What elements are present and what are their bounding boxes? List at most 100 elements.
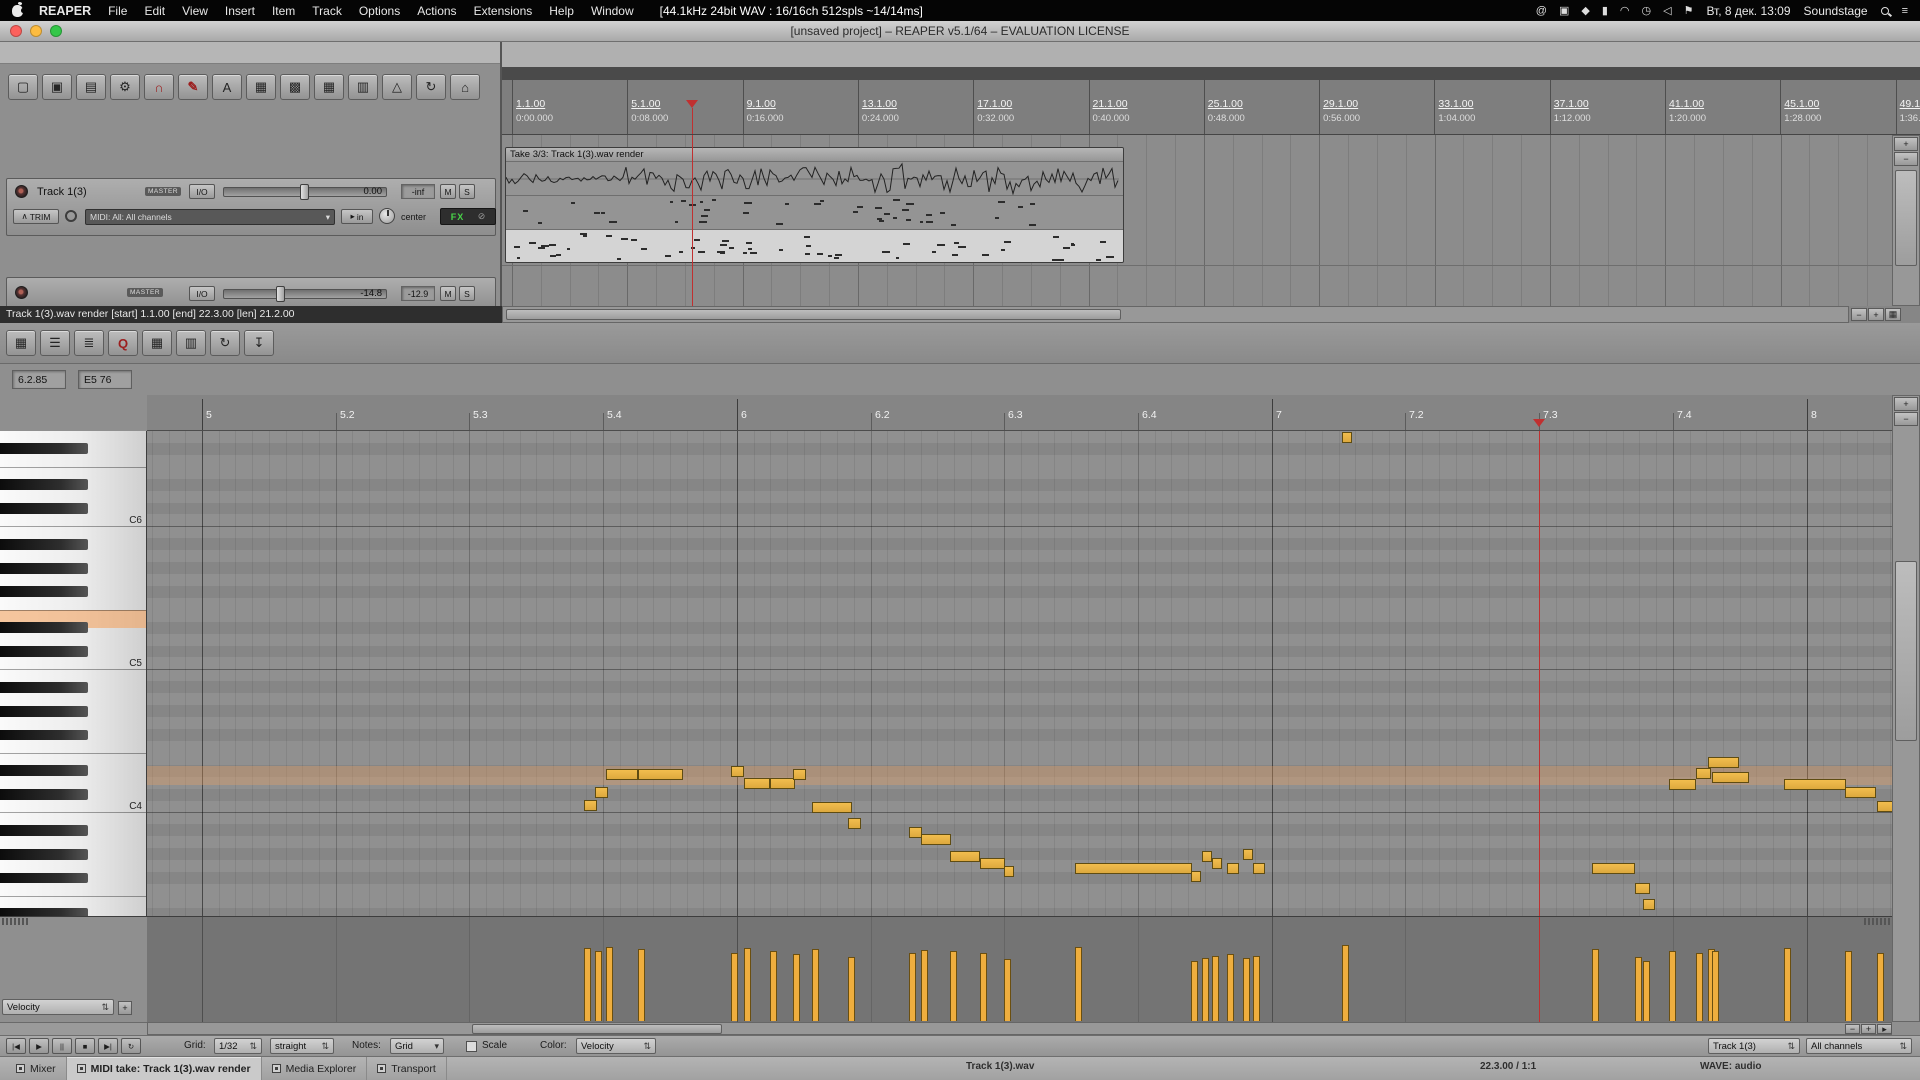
midi-note[interactable] bbox=[1712, 772, 1749, 783]
black-key[interactable] bbox=[0, 443, 88, 454]
menu-item-options[interactable]: Options bbox=[359, 4, 400, 18]
velocity-bar[interactable] bbox=[1592, 949, 1599, 1021]
arrange-h-scrollbar[interactable] bbox=[502, 306, 1849, 323]
display-icon[interactable]: ▣ bbox=[1559, 4, 1569, 17]
h-zoom-out-button[interactable]: − bbox=[1851, 308, 1867, 321]
solo-button[interactable]: S bbox=[459, 286, 475, 301]
velocity-bar[interactable] bbox=[1202, 958, 1209, 1021]
velocity-bar[interactable] bbox=[1635, 957, 1642, 1021]
midi-note[interactable] bbox=[793, 769, 806, 780]
play-cursor-marker[interactable] bbox=[686, 100, 698, 108]
go-start-button[interactable]: |◀ bbox=[6, 1038, 26, 1054]
velocity-bar[interactable] bbox=[1075, 947, 1082, 1021]
velocity-bar[interactable] bbox=[812, 949, 819, 1021]
tab-midi-take-track-1-3-wav-render[interactable]: MIDI take: Track 1(3).wav render bbox=[67, 1057, 262, 1080]
zoom-in-button[interactable]: + bbox=[1894, 397, 1918, 411]
velocity-bar[interactable] bbox=[731, 953, 738, 1021]
window-title-bar[interactable]: [unsaved project] – REAPER v5.1/64 – EVA… bbox=[0, 21, 1920, 42]
midi-note[interactable] bbox=[1643, 899, 1655, 910]
black-key[interactable] bbox=[0, 730, 88, 741]
quantize-icon[interactable]: Q bbox=[108, 330, 138, 356]
note-length-selector[interactable]: Grid▾ bbox=[390, 1038, 444, 1054]
solo-button[interactable]: S bbox=[459, 184, 475, 199]
midi-note[interactable] bbox=[1635, 883, 1650, 894]
add-cc-lane-button[interactable]: + bbox=[118, 1001, 132, 1015]
midi-note[interactable] bbox=[731, 766, 744, 777]
fader-handle[interactable] bbox=[300, 184, 309, 200]
velocity-bar[interactable] bbox=[1784, 948, 1791, 1021]
loop-icon[interactable]: ↻ bbox=[210, 330, 240, 356]
spinner-icon[interactable]: ⇅ bbox=[1899, 1041, 1907, 1052]
velocity-bar[interactable] bbox=[909, 953, 916, 1021]
scrollbar-thumb[interactable] bbox=[506, 309, 1121, 320]
black-key[interactable] bbox=[0, 479, 88, 490]
spinner-icon[interactable]: ⇅ bbox=[643, 1041, 651, 1052]
lane-resize-handle[interactable] bbox=[2, 918, 28, 925]
go-end-button[interactable]: ▶| bbox=[98, 1038, 118, 1054]
velocity-bar[interactable] bbox=[1877, 953, 1884, 1021]
take-lane-midi[interactable] bbox=[506, 196, 1123, 230]
arrange-v-scrollbar[interactable]: + − bbox=[1892, 135, 1920, 306]
midi-note[interactable] bbox=[1784, 779, 1846, 790]
zoom-in-button[interactable]: + bbox=[1894, 137, 1918, 151]
envelope-icon[interactable]: ✎ bbox=[178, 74, 208, 100]
apple-menu-icon[interactable] bbox=[12, 5, 23, 17]
menu-item-window[interactable]: Window bbox=[591, 4, 634, 18]
velocity-bar[interactable] bbox=[595, 951, 602, 1021]
menu-item-extensions[interactable]: Extensions bbox=[474, 4, 533, 18]
save-project-icon[interactable]: ▤ bbox=[76, 74, 106, 100]
menu-item-edit[interactable]: Edit bbox=[144, 4, 165, 18]
midi-note[interactable] bbox=[1191, 871, 1201, 882]
black-key[interactable] bbox=[0, 706, 88, 717]
scrollbar-thumb[interactable] bbox=[1895, 561, 1917, 741]
menu-item-item[interactable]: Item bbox=[272, 4, 295, 18]
spinner-icon[interactable]: ⇅ bbox=[321, 1041, 329, 1052]
velocity-bar[interactable] bbox=[606, 947, 613, 1021]
midi-note[interactable] bbox=[606, 769, 638, 780]
spotlight-icon[interactable] bbox=[1881, 7, 1889, 15]
volume-fader[interactable]: 0.00 bbox=[223, 187, 387, 197]
velocity-bar[interactable] bbox=[1227, 954, 1234, 1021]
metronome-icon[interactable]: △ bbox=[382, 74, 412, 100]
stop-button[interactable]: ■ bbox=[75, 1038, 95, 1054]
chevron-down-icon[interactable]: ▾ bbox=[434, 1041, 439, 1052]
velocity-bar[interactable] bbox=[1669, 951, 1676, 1021]
scroll-right-button[interactable]: ▸ bbox=[1877, 1024, 1892, 1034]
velocity-bar[interactable] bbox=[744, 948, 751, 1021]
grid-icon[interactable]: ▦ bbox=[314, 74, 344, 100]
menu-item-reaper[interactable]: REAPER bbox=[39, 4, 91, 18]
black-key[interactable] bbox=[0, 622, 88, 633]
velocity-bar[interactable] bbox=[1253, 956, 1260, 1021]
repeat-button[interactable]: ↻ bbox=[121, 1038, 141, 1054]
mute-button[interactable]: M bbox=[440, 184, 456, 199]
pan-knob[interactable] bbox=[379, 208, 395, 224]
step-view-icon[interactable]: ▥ bbox=[176, 330, 206, 356]
open-project-icon[interactable]: ▣ bbox=[42, 74, 72, 100]
velocity-bar[interactable] bbox=[1212, 956, 1219, 1021]
menu-item-view[interactable]: View bbox=[182, 4, 208, 18]
menu-item-file[interactable]: File bbox=[108, 4, 127, 18]
midi-note[interactable] bbox=[770, 778, 795, 789]
velocity-bar[interactable] bbox=[584, 948, 591, 1021]
black-key[interactable] bbox=[0, 646, 88, 657]
action-icon[interactable]: A bbox=[212, 74, 242, 100]
midi-input-selector[interactable]: MIDI: All: All channels ▾ bbox=[85, 209, 335, 225]
h-zoom-out-button[interactable]: − bbox=[1845, 1024, 1860, 1034]
black-key[interactable] bbox=[0, 849, 88, 860]
spinner-icon[interactable]: ⇅ bbox=[249, 1041, 257, 1052]
midi-note[interactable] bbox=[1202, 851, 1212, 862]
black-key[interactable] bbox=[0, 873, 88, 884]
velocity-bar[interactable] bbox=[1243, 958, 1250, 1021]
midi-v-scrollbar[interactable]: + − bbox=[1892, 395, 1920, 1022]
new-project-icon[interactable]: ▢ bbox=[8, 74, 38, 100]
black-key[interactable] bbox=[0, 908, 88, 916]
grid-shape-selector[interactable]: straight⇅ bbox=[270, 1038, 334, 1054]
midi-note[interactable] bbox=[1845, 787, 1876, 798]
sync-icon[interactable]: ↻ bbox=[416, 74, 446, 100]
black-key[interactable] bbox=[0, 765, 88, 776]
menu-clock[interactable]: Вт, 8 дек. 13:09 bbox=[1706, 4, 1790, 18]
tab-mixer[interactable]: Mixer bbox=[6, 1057, 67, 1080]
input-monitor-button[interactable]: ▸in bbox=[341, 209, 373, 224]
midi-note[interactable] bbox=[1592, 863, 1635, 874]
grid-size-selector[interactable]: 1/32⇅ bbox=[214, 1038, 262, 1054]
